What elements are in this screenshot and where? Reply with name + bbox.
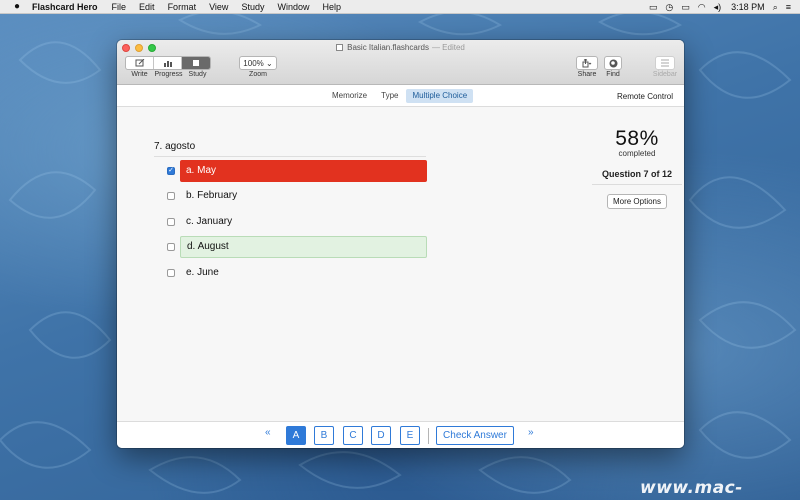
menu-format[interactable]: Format <box>168 2 197 12</box>
screen-share-icon[interactable]: ▭ <box>649 2 658 13</box>
option-a-checkbox[interactable]: ✓ <box>167 167 175 175</box>
menu-window[interactable]: Window <box>277 2 309 12</box>
previous-card-button[interactable]: « <box>265 427 271 438</box>
view-labels: Write Progress Study <box>125 71 213 78</box>
option-d-label[interactable]: d. August <box>180 236 427 258</box>
find-label: Find <box>606 71 620 78</box>
watermark: www.mac-gm.com <box>640 478 743 500</box>
option-c-checkbox[interactable] <box>167 218 175 226</box>
battery-icon[interactable]: ▭ <box>681 2 690 13</box>
question-prompt: 7. agosto <box>154 141 426 157</box>
more-options-button[interactable]: More Options <box>606 194 668 209</box>
answer-e-button[interactable]: E <box>400 426 420 445</box>
percent-complete: 58% <box>615 127 659 150</box>
answer-bar: « A B C D E Check Answer » <box>117 421 684 448</box>
option-a[interactable]: ✓ a. May <box>167 160 427 182</box>
share-button[interactable] <box>576 56 598 70</box>
find-button[interactable] <box>604 56 622 70</box>
edited-indicator: — Edited <box>431 43 465 52</box>
write-label: Write <box>131 71 148 78</box>
next-card-button[interactable]: » <box>528 427 534 438</box>
tab-type[interactable]: Type <box>375 89 404 103</box>
search-icon <box>609 59 617 67</box>
option-e-checkbox[interactable] <box>167 269 175 277</box>
progress-label: Progress <box>154 71 183 78</box>
option-e-label[interactable]: e. June <box>180 262 427 284</box>
answer-d-button[interactable]: D <box>371 426 391 445</box>
answer-b-button[interactable]: B <box>314 426 334 445</box>
option-b-label[interactable]: b. February <box>180 185 427 207</box>
sidebar-icon <box>661 59 669 67</box>
share-label: Share <box>577 71 597 78</box>
option-c[interactable]: c. January <box>167 211 427 233</box>
option-b-checkbox[interactable] <box>167 192 175 200</box>
progress-button[interactable] <box>154 57 182 69</box>
wifi-icon[interactable]: ◠ <box>698 2 706 13</box>
status-area: ▭ ◷ ▭ ◠ ◂) 3:18 PM ⌕ ≡ <box>641 0 800 14</box>
option-a-label[interactable]: a. May <box>180 160 427 182</box>
option-d-checkbox[interactable] <box>167 243 175 251</box>
question-counter: Question 7 of 12 <box>592 169 682 185</box>
app-window: Basic Italian.flashcards — Edited Write P… <box>117 40 684 448</box>
option-c-label[interactable]: c. January <box>180 211 427 233</box>
document-icon <box>336 44 344 51</box>
write-button[interactable] <box>126 57 154 69</box>
answer-a-button[interactable]: A <box>286 426 306 445</box>
share-icon <box>582 58 592 67</box>
study-mode-tabs: Memorize Type Multiple Choice <box>326 89 475 103</box>
notification-center-icon[interactable]: ≡ <box>786 2 791 12</box>
pencil-icon <box>135 59 144 67</box>
tab-memorize[interactable]: Memorize <box>326 89 373 103</box>
spotlight-icon[interactable]: ⌕ <box>773 2 778 13</box>
option-e[interactable]: e. June <box>167 262 427 284</box>
menu-bar: ● Flashcard Hero File Edit Format View S… <box>0 0 800 14</box>
menu-edit[interactable]: Edit <box>139 2 155 12</box>
bar-chart-icon <box>163 61 172 67</box>
zoom-label: Zoom <box>249 71 267 78</box>
menu-study[interactable]: Study <box>241 2 264 12</box>
menu-clock[interactable]: 3:18 PM <box>731 2 765 12</box>
study-label: Study <box>188 71 207 78</box>
view-segmented-control <box>125 56 211 70</box>
menu-help[interactable]: Help <box>322 2 341 12</box>
tab-multiple-choice[interactable]: Multiple Choice <box>406 89 474 103</box>
sidebar-button[interactable] <box>655 56 675 70</box>
menu-app-name[interactable]: Flashcard Hero <box>32 2 98 12</box>
menu-file[interactable]: File <box>112 2 127 12</box>
study-button[interactable] <box>182 57 210 69</box>
remote-control-button[interactable]: Remote Control <box>617 92 673 101</box>
menu-view[interactable]: View <box>209 2 228 12</box>
document-name[interactable]: Basic Italian.flashcards <box>347 43 429 52</box>
time-machine-icon[interactable]: ◷ <box>665 2 673 13</box>
apple-icon[interactable]: ● <box>11 1 23 12</box>
option-b[interactable]: b. February <box>167 185 427 207</box>
study-content: 7. agosto ✓ a. May b. February c. Januar… <box>117 107 684 421</box>
answer-divider <box>428 428 429 444</box>
option-d[interactable]: d. August <box>167 236 427 258</box>
volume-icon[interactable]: ◂) <box>714 2 722 13</box>
completed-label: completed <box>618 149 656 158</box>
window-title: Basic Italian.flashcards — Edited <box>117 43 684 52</box>
study-mode-bar: Memorize Type Multiple Choice Remote Con… <box>117 85 684 107</box>
sidebar-label: Sidebar <box>652 71 678 78</box>
answer-c-button[interactable]: C <box>343 426 363 445</box>
study-square-icon <box>193 60 199 66</box>
zoom-popup[interactable]: 100% ⌄ <box>239 56 277 70</box>
title-bar: Basic Italian.flashcards — Edited Write P… <box>117 40 684 85</box>
check-answer-button[interactable]: Check Answer <box>436 426 514 445</box>
progress-panel: 58% completed Question 7 of 12 More Opti… <box>592 127 682 209</box>
